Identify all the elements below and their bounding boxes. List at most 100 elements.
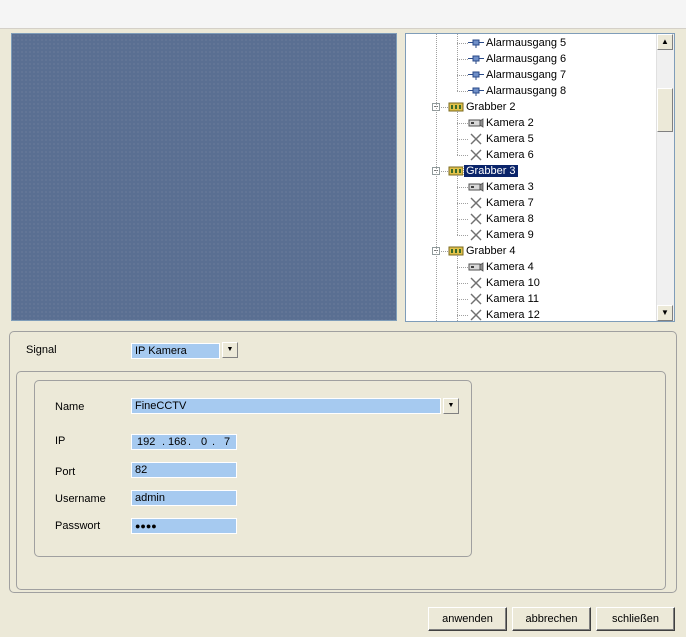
camera-disabled-icon [470, 277, 482, 289]
scroll-up-icon: ▲ [661, 37, 669, 46]
tree-node-label: Alarmausgang 8 [486, 85, 567, 97]
scroll-up-button[interactable]: ▲ [657, 34, 673, 50]
tree-connector [457, 219, 468, 220]
tree-connector [457, 283, 468, 284]
tree-node[interactable]: Kamera 8 [468, 211, 536, 227]
tree-node-label: Kamera 6 [486, 149, 534, 161]
device-tree-items: Alarmausgang 5 Alarmausgang 6 Alarmausgang… [406, 34, 658, 321]
tree-node-label: Kamera 12 [486, 309, 540, 321]
ip-octet-4[interactable]: 7 [224, 435, 230, 449]
tree-connector [457, 155, 468, 156]
video-preview [11, 33, 397, 321]
tree-connector [457, 75, 468, 76]
ip-dot: . [188, 436, 192, 448]
tree-node-label: Alarmausgang 6 [486, 53, 567, 65]
ip-label: IP [55, 435, 66, 447]
tree-node-grabber[interactable]: Grabber 4 [448, 243, 518, 259]
scroll-thumb[interactable] [657, 88, 673, 132]
tree-node-label: Alarmausgang 7 [486, 69, 567, 81]
port-label: Port [55, 466, 76, 478]
tree-node[interactable]: Kamera 4 [468, 259, 536, 275]
tree-connector [436, 34, 437, 321]
grabber-card-icon [448, 102, 464, 112]
name-select[interactable]: FineCCTV [131, 398, 441, 414]
tree-node-label: Alarmausgang 5 [486, 37, 567, 49]
tree-connector [457, 315, 468, 316]
tree-node-label: Kamera 8 [486, 213, 534, 225]
tree-node[interactable]: Kamera 11 [468, 291, 541, 307]
tree-node-label: Kamera 4 [486, 261, 534, 273]
tree-node[interactable]: Kamera 7 [468, 195, 536, 211]
apply-button[interactable]: anwenden [428, 607, 507, 631]
tree-connector [457, 34, 458, 91]
signal-select[interactable]: IP Kamera [131, 343, 220, 359]
tree-node-grabber[interactable]: Grabber 3 [448, 163, 519, 179]
alarm-output-icon [468, 87, 484, 97]
scroll-down-icon: ▼ [661, 308, 669, 317]
chevron-down-icon: ▼ [226, 346, 234, 353]
tree-node[interactable]: Kamera 3 [468, 179, 536, 195]
tree-node-label: Grabber 2 [466, 101, 516, 113]
tree-node[interactable]: Kamera 6 [468, 147, 536, 163]
ip-octet-2[interactable]: 168 [168, 435, 186, 449]
tree-connector [457, 91, 468, 92]
tree-connector [457, 123, 468, 124]
tree-node-label: Grabber 3 [463, 164, 519, 178]
tree-connector [457, 203, 468, 204]
camera-icon [468, 182, 484, 192]
camera-disabled-icon [470, 309, 482, 321]
tree-node[interactable]: Kamera 2 [468, 115, 536, 131]
signal-dropdown-button[interactable]: ▼ [222, 342, 238, 358]
tree-connector [457, 111, 458, 155]
name-label: Name [55, 401, 85, 413]
tree-node-label: Kamera 7 [486, 197, 534, 209]
tree-connector [457, 235, 468, 236]
ip-address-field[interactable]: 192 . 168 . 0 . 7 [131, 434, 237, 450]
tree-connector [457, 139, 468, 140]
tree-node[interactable]: Alarmausgang 8 [468, 83, 568, 99]
tree-node-label: Kamera 11 [486, 293, 539, 305]
tree-node-label: Kamera 3 [486, 181, 534, 193]
name-dropdown-button[interactable]: ▼ [443, 398, 459, 414]
tree-node[interactable]: Alarmausgang 5 [468, 35, 568, 51]
ip-octet-1[interactable]: 192 [137, 435, 155, 449]
camera-disabled-icon [470, 149, 482, 161]
tree-node[interactable]: Alarmausgang 7 [468, 67, 568, 83]
grabber-card-icon [448, 166, 464, 176]
ip-dot: . [212, 436, 216, 448]
close-button[interactable]: schließen [596, 607, 675, 631]
tree-node[interactable]: Alarmausgang 6 [468, 51, 568, 67]
camera-icon [468, 262, 484, 272]
tree-node-label: Kamera 5 [486, 133, 534, 145]
tree-scrollbar[interactable]: ▲ ▼ [656, 34, 674, 321]
camera-icon [468, 118, 484, 128]
cancel-button[interactable]: abbrechen [512, 607, 591, 631]
scroll-down-button[interactable]: ▼ [657, 305, 673, 321]
username-field[interactable]: admin [131, 490, 237, 506]
tree-node[interactable]: Kamera 12 [468, 307, 542, 321]
camera-disabled-icon [470, 293, 482, 305]
tree-node[interactable]: Kamera 10 [468, 275, 542, 291]
password-label: Passwort [55, 520, 101, 532]
tree-connector [457, 299, 468, 300]
tree-node-label: Kamera 10 [486, 277, 540, 289]
tree-node-label: Kamera 2 [486, 117, 534, 129]
username-label: Username [55, 493, 106, 505]
camera-disabled-icon [470, 229, 482, 241]
ip-octet-3[interactable]: 0 [201, 435, 207, 449]
alarm-output-icon [468, 39, 484, 49]
device-tree[interactable]: Alarmausgang 5 Alarmausgang 6 Alarmausgang… [405, 33, 675, 322]
tree-node-label: Kamera 9 [486, 229, 534, 241]
tree-connector [457, 255, 458, 321]
chevron-down-icon: ▼ [447, 402, 455, 409]
grabber-card-icon [448, 246, 464, 256]
alarm-output-icon [468, 55, 484, 65]
port-field[interactable]: 82 [131, 462, 237, 478]
tree-connector [457, 267, 468, 268]
tree-node[interactable]: Kamera 5 [468, 131, 536, 147]
tree-connector [457, 187, 468, 188]
camera-disabled-icon [470, 133, 482, 145]
tree-node-grabber[interactable]: Grabber 2 [448, 99, 518, 115]
tree-node[interactable]: Kamera 9 [468, 227, 536, 243]
password-field[interactable]: ●●●● [131, 518, 237, 534]
